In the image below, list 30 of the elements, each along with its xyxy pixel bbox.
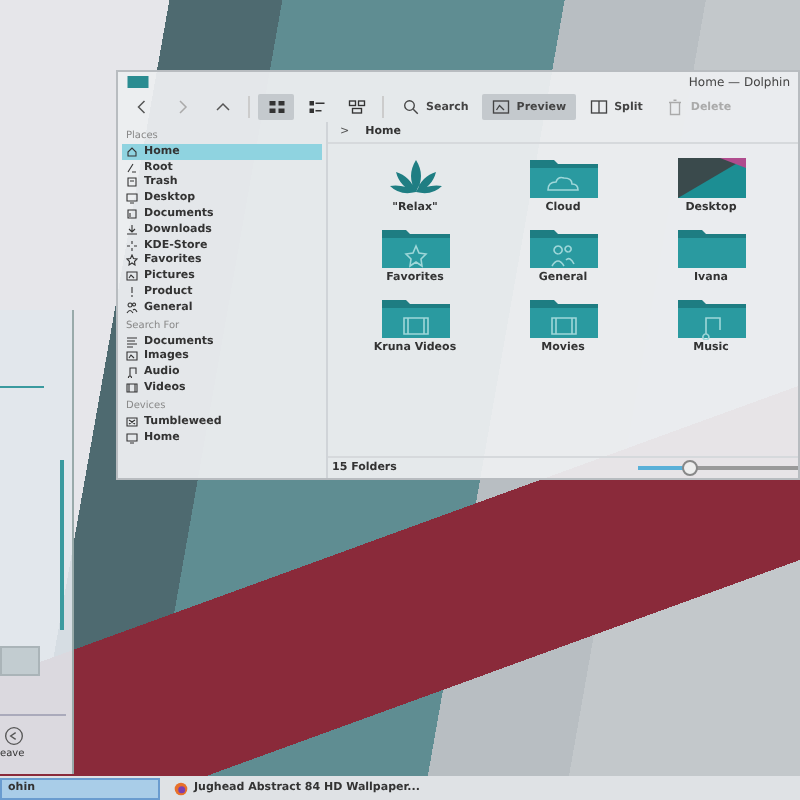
scrollbar[interactable]	[60, 460, 64, 630]
icons-view-button[interactable]	[258, 94, 294, 120]
sparkle-icon	[126, 239, 138, 252]
lines-icon	[126, 335, 138, 348]
picture-icon	[126, 350, 138, 363]
chevron-icon	[173, 98, 191, 116]
music-note-icon	[126, 366, 138, 379]
input-field[interactable]	[0, 646, 40, 676]
slash-icon	[126, 161, 138, 174]
document-icon	[126, 208, 138, 221]
view-mode-icon	[267, 98, 285, 116]
picture-icon	[492, 98, 511, 116]
slider-thumb[interactable]	[682, 460, 699, 476]
view-mode-icon	[347, 98, 365, 116]
drive-icon	[126, 415, 138, 428]
view-mode-icon	[307, 98, 325, 116]
monitor-icon	[126, 192, 138, 205]
split-panel-icon	[590, 98, 609, 116]
chevron-icon	[133, 98, 151, 116]
people-icon	[126, 301, 138, 314]
exclamation-icon	[126, 286, 138, 299]
film-icon	[126, 382, 138, 395]
browser-icon	[174, 781, 188, 795]
monitor-icon	[126, 431, 138, 444]
search-icon	[402, 98, 420, 116]
picture-icon	[126, 270, 138, 283]
download-icon	[126, 223, 138, 236]
house-icon	[126, 145, 138, 158]
image-thumbnail	[675, 156, 747, 200]
star-icon	[126, 254, 138, 267]
